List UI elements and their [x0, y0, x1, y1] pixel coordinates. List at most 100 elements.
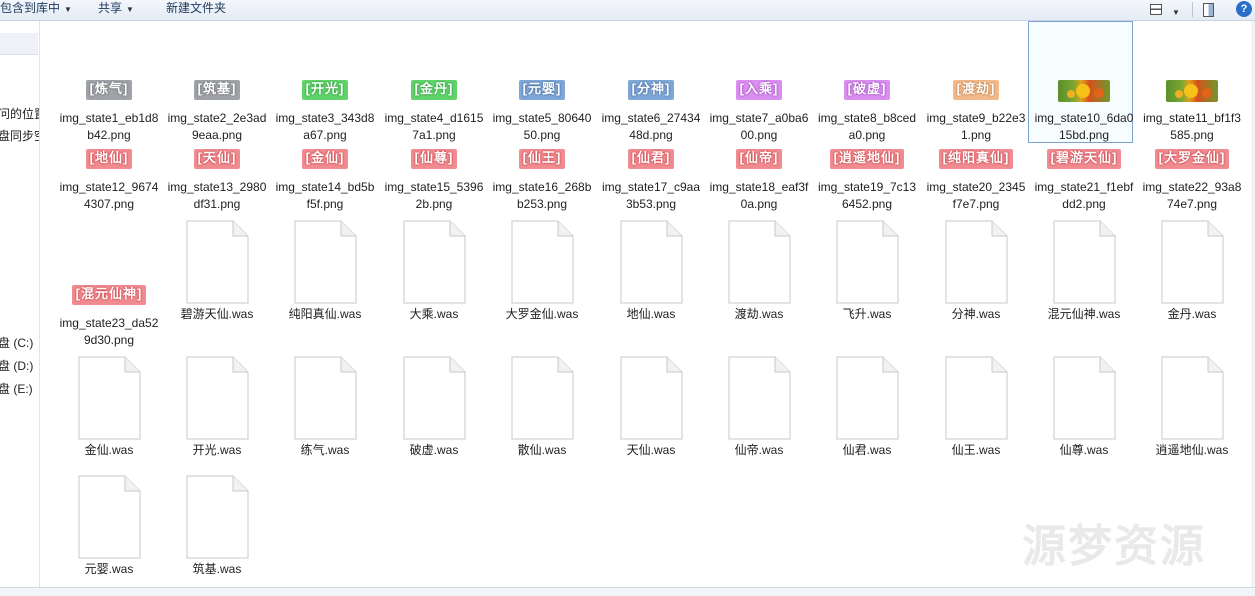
file-name: img_state1_eb1d8b42.png [59, 111, 159, 142]
file-item[interactable]: 碧游天仙.was [164, 220, 270, 323]
file-item[interactable]: [纯阳真仙] img_state20_2345f7e7.png [923, 142, 1029, 213]
realm-badge: [仙帝] [735, 149, 783, 169]
image-thumbnail: [入乘] [706, 80, 812, 110]
image-thumbnail: [金丹] [381, 80, 487, 110]
file-item[interactable]: 筑基.was [164, 475, 270, 578]
document-file-icon [1031, 356, 1137, 442]
file-item[interactable]: 开光.was [164, 356, 270, 459]
file-item[interactable]: [仙王] img_state16_268bb253.png [489, 142, 595, 213]
file-item[interactable]: [逍遥地仙] img_state19_7c136452.png [814, 142, 920, 213]
file-item[interactable]: [炼气] img_state1_eb1d8b42.png [56, 73, 162, 144]
document-file-icon [814, 356, 920, 442]
image-thumbnail [1139, 80, 1245, 110]
file-item[interactable]: 金丹.was [1139, 220, 1245, 323]
image-thumbnail: [大罗金仙] [1139, 149, 1245, 179]
file-name: img_state3_343d8a67.png [275, 111, 375, 142]
preview-pane-button[interactable] [1203, 0, 1214, 19]
file-item[interactable]: img_state11_bf1f3585.png [1139, 73, 1245, 144]
file-item[interactable]: [筑基] img_state2_2e3ad9eaa.png [164, 73, 270, 144]
file-item[interactable]: [入乘] img_state7_a0ba600.png [706, 73, 812, 144]
file-name: 仙帝.was [734, 443, 784, 457]
document-file-icon [1139, 220, 1245, 306]
file-name: 大罗金仙.was [505, 307, 579, 321]
file-item[interactable]: 混元仙神.was [1031, 220, 1137, 323]
file-item[interactable]: [仙尊] img_state15_53962b.png [381, 142, 487, 213]
file-item[interactable]: 练气.was [272, 356, 378, 459]
file-item[interactable]: [地仙] img_state12_96744307.png [56, 142, 162, 213]
file-name: img_state22_93a874e7.png [1142, 180, 1242, 211]
file-item[interactable]: 仙王.was [923, 356, 1029, 459]
file-item[interactable]: [渡劫] img_state9_b22e31.png [923, 73, 1029, 144]
file-name: 渡劫.was [734, 307, 784, 321]
document-file-icon [706, 220, 812, 306]
file-item[interactable]: [碧游天仙] img_state21_f1ebfdd2.png [1031, 142, 1137, 213]
file-item[interactable]: [开光] img_state3_343d8a67.png [272, 73, 378, 144]
image-thumbnail: [天仙] [164, 149, 270, 179]
navigation-pane: 问的位置 盘同步空 盘 (C:) 盘 (D:) 盘 (E:) [0, 21, 40, 595]
file-item[interactable]: [元婴] img_state5_8064050.png [489, 73, 595, 144]
file-item[interactable]: 仙尊.was [1031, 356, 1137, 459]
nav-item-drive-c[interactable]: 盘 (C:) [0, 334, 33, 351]
file-item[interactable]: 纯阳真仙.was [272, 220, 378, 323]
file-item[interactable]: 元婴.was [56, 475, 162, 578]
realm-badge: [金丹] [410, 80, 458, 100]
view-options-button[interactable]: ▼ [1150, 0, 1180, 19]
file-item[interactable]: img_state10_6da015bd.png [1031, 73, 1137, 144]
file-item[interactable]: [金丹] img_state4_d16157a1.png [381, 73, 487, 144]
file-name: img_state13_2980df31.png [167, 180, 267, 211]
image-thumbnail: [开光] [272, 80, 378, 110]
file-name: img_state11_bf1f3585.png [1143, 111, 1241, 142]
file-item[interactable]: 天仙.was [598, 356, 704, 459]
document-file-icon [489, 220, 595, 306]
realm-badge: [仙尊] [410, 149, 458, 169]
document-file-icon [489, 356, 595, 442]
nav-item-drive-d[interactable]: 盘 (D:) [0, 357, 33, 374]
image-thumbnail: [破虚] [814, 80, 920, 110]
share-menu[interactable]: 共享 ▼ [98, 1, 134, 18]
file-item[interactable]: [金仙] img_state14_bd5bf5f.png [272, 142, 378, 213]
realm-badge: [筑基] [193, 80, 241, 100]
file-name: 金仙.was [84, 443, 134, 457]
file-name: 金丹.was [1167, 307, 1217, 321]
file-item[interactable]: [破虚] img_state8_b8ceda0.png [814, 73, 920, 144]
help-icon[interactable]: ? [1236, 1, 1252, 17]
file-item[interactable]: 金仙.was [56, 356, 162, 459]
file-item[interactable]: 大乘.was [381, 220, 487, 323]
realm-badge: [入乘] [735, 80, 783, 100]
document-file-icon [1031, 220, 1137, 306]
nav-item-cloud-sync[interactable]: 盘同步空 [0, 127, 39, 144]
document-file-icon [706, 356, 812, 442]
nav-item-drive-e[interactable]: 盘 (E:) [0, 380, 33, 397]
document-file-icon [598, 356, 704, 442]
file-item[interactable]: [天仙] img_state13_2980df31.png [164, 142, 270, 213]
realm-badge: [混元仙神] [71, 285, 147, 305]
file-item[interactable]: [仙君] img_state17_c9aa3b53.png [598, 142, 704, 213]
file-name: 练气.was [300, 443, 350, 457]
document-file-icon [56, 356, 162, 442]
file-item[interactable]: [仙帝] img_state18_eaf3f0a.png [706, 142, 812, 213]
file-item[interactable]: 仙君.was [814, 356, 920, 459]
file-item[interactable]: [混元仙神] img_state23_da529d30.png [56, 278, 162, 349]
realm-badge: [天仙] [193, 149, 241, 169]
file-item[interactable]: [大罗金仙] img_state22_93a874e7.png [1139, 142, 1245, 213]
image-thumbnail: [分神] [598, 80, 704, 110]
file-item[interactable]: 逍遥地仙.was [1139, 356, 1245, 459]
chevron-down-icon: ▼ [64, 5, 72, 14]
file-item[interactable]: 破虚.was [381, 356, 487, 459]
file-name: 纯阳真仙.was [288, 307, 362, 321]
file-item[interactable]: 大罗金仙.was [489, 220, 595, 323]
vertical-scrollbar[interactable] [1251, 21, 1255, 587]
include-in-library-menu[interactable]: 包含到库中 ▼ [0, 1, 72, 18]
file-name: 仙君.was [842, 443, 892, 457]
file-item[interactable]: 分神.was [923, 220, 1029, 323]
nav-item-recent-places[interactable]: 问的位置 [0, 105, 39, 122]
file-item[interactable]: 仙帝.was [706, 356, 812, 459]
file-item[interactable]: 散仙.was [489, 356, 595, 459]
file-name: img_state7_a0ba600.png [709, 111, 809, 142]
new-folder-button[interactable]: 新建文件夹 [166, 1, 226, 18]
file-item[interactable]: 地仙.was [598, 220, 704, 323]
file-item[interactable]: 渡劫.was [706, 220, 812, 323]
document-file-icon [164, 220, 270, 306]
file-item[interactable]: [分神] img_state6_2743448d.png [598, 73, 704, 144]
file-item[interactable]: 飞升.was [814, 220, 920, 323]
